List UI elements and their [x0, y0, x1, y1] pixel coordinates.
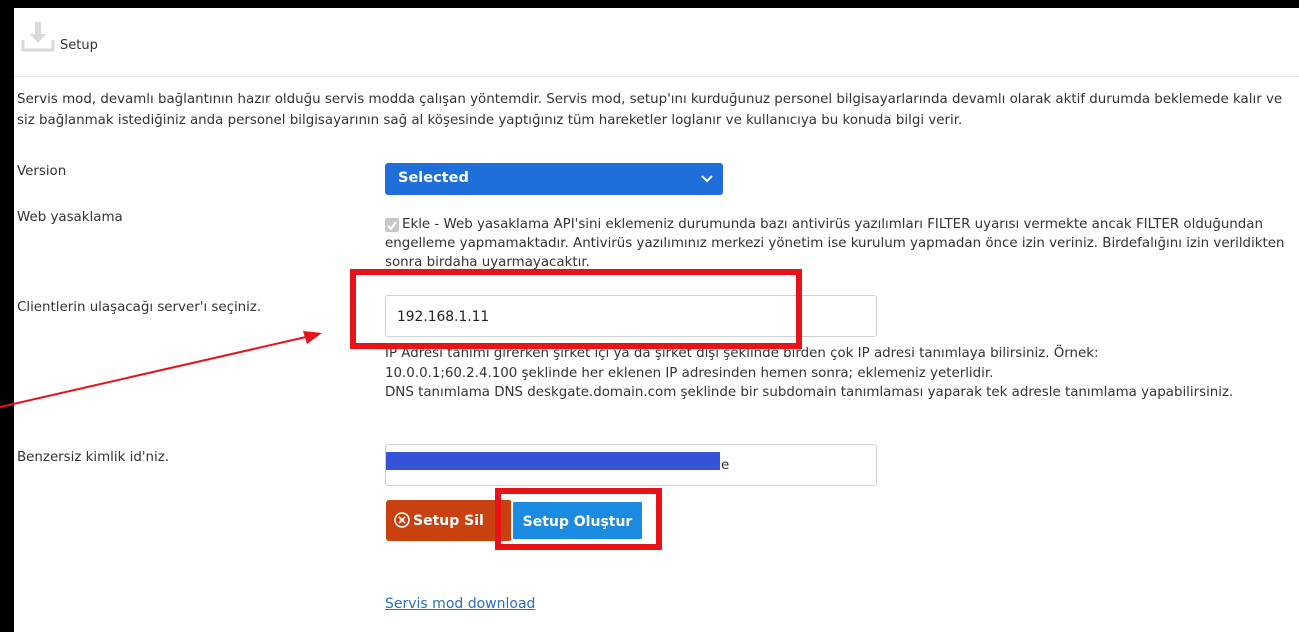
- ip-help-line: 10.0.0.1;60.2.4.100 şeklinde her eklenen…: [385, 365, 994, 381]
- setup-delete-label: Setup Sil: [413, 513, 484, 529]
- ip-help-text: IP Adresi tanımı girerken şirket içi ya …: [385, 344, 1285, 403]
- setup-panel: Setup Servis mod, devamlı bağlantının ha…: [14, 8, 1299, 632]
- service-mode-download-link[interactable]: Servis mod download: [385, 596, 535, 612]
- server-label: Clientlerin ulaşacağı server'ı seçiniz.: [17, 300, 262, 315]
- download-icon: [21, 22, 55, 52]
- setup-create-label: Setup Oluştur: [522, 514, 633, 530]
- unique-id-label: Benzersiz kimlik id'niz.: [17, 450, 170, 465]
- redaction-bar: [386, 452, 720, 470]
- version-selected-value: Selected: [398, 170, 469, 186]
- web-block-checkbox[interactable]: [385, 218, 399, 232]
- web-block-label: Web yasaklama: [17, 210, 123, 225]
- unique-id-visible-value: e: [721, 458, 730, 473]
- service-mode-description: Servis mod, devamlı bağlantının hazır ol…: [17, 92, 1283, 128]
- chevron-down-icon: [701, 175, 713, 183]
- version-label: Version: [17, 164, 67, 179]
- ip-help-line: DNS tanımlama DNS deskgate.domain.com şe…: [385, 385, 1234, 400]
- server-ip-input[interactable]: 192.168.1.11: [385, 295, 877, 337]
- panel-title: Setup: [60, 38, 98, 53]
- panel-header: Setup: [14, 8, 1299, 77]
- unique-id-input[interactable]: e: [385, 444, 877, 486]
- setup-create-button[interactable]: Setup Oluştur: [511, 500, 644, 541]
- web-block-text: Ekle - Web yasaklama API'sini eklemeniz …: [385, 217, 1285, 270]
- close-circle-icon: [394, 512, 410, 528]
- version-select[interactable]: Selected: [385, 163, 723, 195]
- ip-help-line: IP Adresi tanımı girerken şirket içi ya …: [385, 346, 1099, 361]
- check-icon: [387, 221, 397, 231]
- setup-delete-button[interactable]: Setup Sil: [386, 500, 512, 541]
